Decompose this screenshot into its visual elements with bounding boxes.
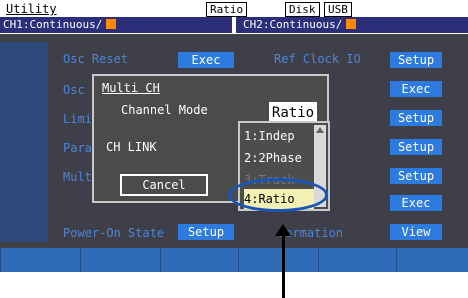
osc-reset-label: Osc Reset [63,52,129,66]
option-indep[interactable]: 1:Indep [244,126,314,146]
ch1-marker-icon [106,19,117,29]
highlight-ellipse [228,178,328,212]
status-bar: Utility Ratio Disk USB CH1:Continuous/ C… [0,0,468,34]
channel-mode-label: Channel Mode [121,103,208,117]
scroll-up-icon[interactable] [316,127,324,133]
setup-button-2[interactable]: Setup [390,110,442,126]
ch1-label: CH1:Continuous/ [3,18,103,31]
left-panel [0,42,48,242]
ch1-status: CH1:Continuous/ [0,17,232,33]
parameter-label: Para [63,141,92,155]
view-button[interactable]: View [390,224,442,240]
ref-clock-setup-button[interactable]: Setup [390,52,442,68]
softkey-4[interactable] [238,248,310,272]
softkey-3[interactable] [160,248,232,272]
exec-button-2[interactable]: Exec [390,195,442,211]
pointer-arrow-line [282,234,285,298]
screen-title: Utility [6,2,57,16]
soft-key-bar [0,248,468,272]
dialog-title: Multi CH [102,81,160,95]
setup-button-3[interactable]: Setup [390,139,442,155]
multi-label: Mult [63,170,92,184]
softkey-5[interactable] [318,248,390,272]
ref-clock-io-label: Ref Clock IO [274,52,361,66]
ch-link-label: CH LINK [106,140,157,154]
ratio-badge: Ratio [206,2,248,17]
ch2-marker-icon [346,19,357,29]
power-on-setup-button[interactable]: Setup [178,224,234,240]
osc-label: Osc [63,83,85,97]
softkey-1[interactable] [0,248,72,272]
power-on-state-label: Power-On State [63,226,165,240]
softkey-6[interactable] [396,248,468,272]
usb-badge: USB [324,2,352,17]
disk-badge: Disk [285,2,320,17]
ch2-label: CH2:Continuous/ [243,18,343,31]
osc-reset-exec-button[interactable]: Exec [178,52,234,68]
instrument-screen: Utility Ratio Disk USB CH1:Continuous/ C… [0,0,468,272]
ch2-status: CH2:Continuous/ [236,17,468,33]
limit-label: Limi [63,112,92,126]
setup-button-4[interactable]: Setup [390,168,442,184]
exec-button-1[interactable]: Exec [390,81,442,97]
option-2phase[interactable]: 2:2Phase [244,148,314,168]
cancel-button[interactable]: Cancel [120,174,208,196]
softkey-2[interactable] [80,248,152,272]
